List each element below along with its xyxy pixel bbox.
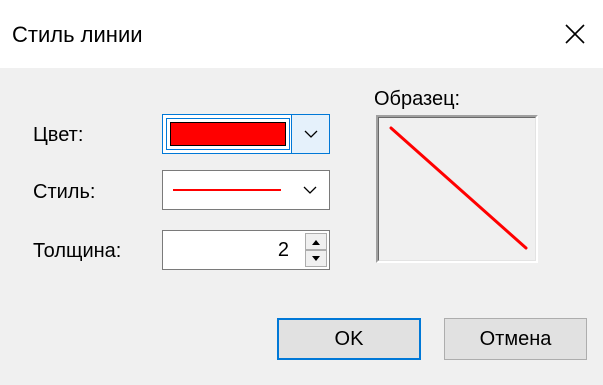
sample-label: Образец: [374,88,461,110]
window-title: Стиль линии [12,22,143,47]
style-dropdown[interactable] [162,170,330,210]
spinner-buttons [305,233,327,267]
color-dropdown-button[interactable] [291,115,329,153]
spin-down-button[interactable] [305,250,327,267]
line-style-preview [173,189,281,191]
close-icon [565,24,585,44]
chevron-down-icon [303,186,317,194]
thickness-label: Толщина: [33,240,122,262]
title-bar: Стиль линии [0,0,603,68]
chevron-down-icon [304,130,317,138]
dialog-content: Цвет: Стиль: Толщина: 2 Образец: OK Отме… [0,68,603,385]
style-label: Стиль: [33,181,96,203]
color-label: Цвет: [33,124,84,146]
close-button[interactable] [555,14,595,54]
sample-frame [378,117,536,261]
ok-button[interactable]: OK [277,318,421,360]
line-style-dialog: Стиль линии Цвет: Стиль: Толщина: 2 Обра… [0,0,603,385]
color-dropdown[interactable] [162,114,330,154]
style-dropdown-button[interactable] [291,171,329,209]
spin-up-button[interactable] [305,233,327,250]
sample-preview [376,115,538,263]
color-selection [166,118,290,150]
arrow-up-icon [312,239,320,245]
arrow-down-icon [312,255,320,261]
color-swatch [170,122,286,146]
cancel-button[interactable]: Отмена [444,318,587,360]
thickness-spinner[interactable]: 2 [162,230,330,270]
sample-line [389,126,528,250]
thickness-value[interactable]: 2 [278,239,289,262]
